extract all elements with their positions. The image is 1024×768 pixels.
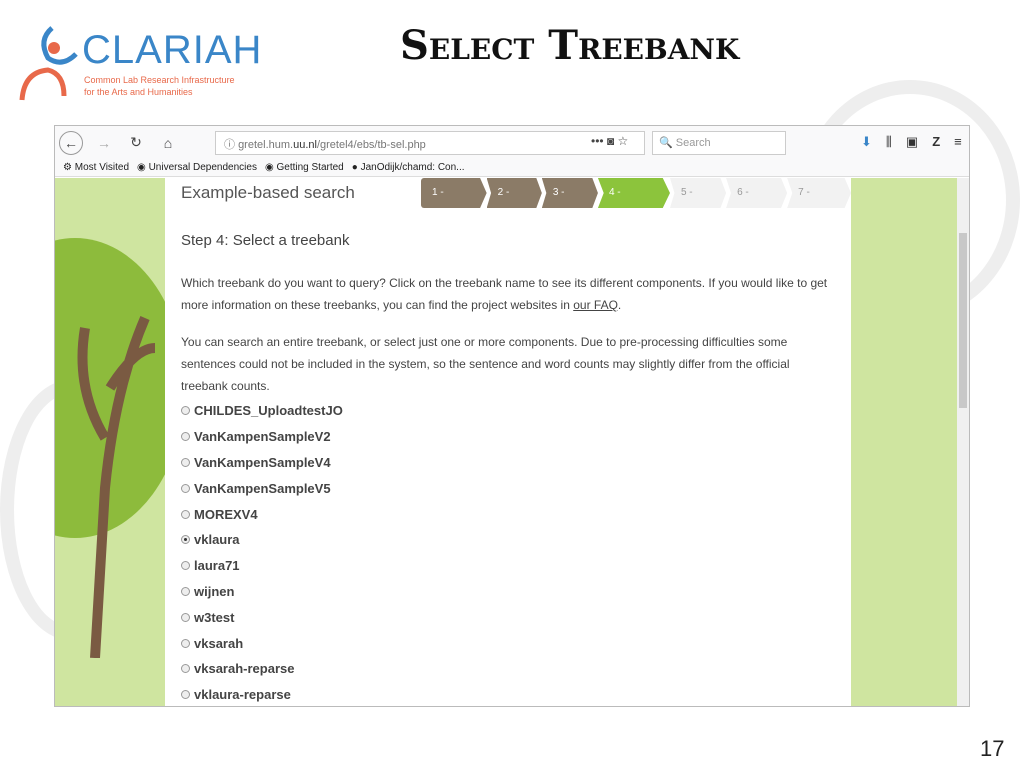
bookmark-label: Getting Started [276, 162, 344, 173]
logo-subtitle-line: Common Lab Research Infrastructure [84, 75, 235, 85]
logo-figure-icon [19, 26, 78, 101]
treebank-label[interactable]: w3test [194, 610, 234, 625]
more-icon[interactable]: ••• [591, 134, 604, 148]
step-1[interactable]: 1 - Example [421, 178, 487, 208]
treebank-radio[interactable] [181, 509, 190, 519]
treebank-radio[interactable] [181, 561, 190, 571]
bookmark-item[interactable]: ⚙ Most Visited [63, 162, 129, 173]
menu-icon[interactable]: ≡ [954, 134, 962, 150]
intro-text: Which treebank do you want to query? Cli… [181, 276, 828, 312]
bookmark-item[interactable]: ◉ Universal Dependencies [137, 162, 257, 173]
bookmark-item[interactable]: ◉ Getting Started [265, 162, 344, 173]
url-actions: ••• ◙ ☆ [591, 134, 628, 148]
treebank-label[interactable]: MOREXV4 [194, 507, 258, 522]
bookmark-item[interactable]: ● JanOdijk/chamd: Con... [352, 162, 465, 173]
logo-subtitle: Common Lab Research Infrastructure for th… [84, 74, 235, 98]
step-6[interactable]: 6 - Results [726, 178, 788, 208]
web-page: Example-based search 1 - Example 2 - Pars… [55, 178, 969, 706]
page-heading: Example-based search [181, 183, 355, 202]
scrollbar-thumb[interactable] [959, 233, 967, 408]
treebank-label[interactable]: CHILDES_UploadtestJO [194, 403, 343, 418]
tree-illustration [55, 238, 165, 658]
step-5[interactable]: 5 - Query [669, 178, 727, 208]
url-domain: uu.nl [293, 139, 317, 151]
treebank-option[interactable]: vklaura [181, 527, 343, 553]
treebank-label[interactable]: vklaura-reparse [194, 687, 291, 702]
treebank-radio[interactable] [181, 432, 190, 442]
treebank-radio[interactable] [181, 457, 190, 467]
info-paragraph: You can search an entire treebank, or se… [181, 335, 790, 393]
pocket-icon[interactable]: ◙ [607, 134, 614, 148]
main-content: Example-based search 1 - Example 2 - Pars… [165, 178, 851, 706]
treebank-option[interactable]: vksarah-reparse [181, 656, 343, 682]
step-3[interactable]: 3 - Matrix [541, 178, 598, 208]
search-placeholder: Search [675, 137, 711, 149]
treebank-option[interactable]: VanKampenSampleV4 [181, 450, 343, 476]
toolbar-right-icons: ⬇ ⫼ ▣ Z ≡ [861, 134, 962, 150]
browser-screenshot: ← → ↻ ⌂ ⓘ gretel.hum.uu.nl/gretel4/ebs/t… [54, 125, 970, 707]
treebank-option[interactable]: laura71 [181, 553, 343, 579]
treebank-label[interactable]: VanKampenSampleV4 [194, 455, 331, 470]
treebank-radio[interactable] [181, 612, 190, 622]
treebank-option[interactable]: VanKampenSampleV5 [181, 475, 343, 501]
logo-subtitle-line: for the Arts and Humanities [84, 87, 193, 97]
url-path: /gretel4/ebs/tb-sel.php [316, 139, 426, 151]
treebank-radio[interactable] [181, 406, 190, 416]
step-progress: 1 - Example 2 - Parse 3 - Matrix 4 - Treeba… [421, 178, 851, 208]
step-4[interactable]: 4 - Treebanks [597, 178, 670, 208]
treebank-radio[interactable] [181, 690, 190, 700]
treebank-option[interactable]: wijnen [181, 579, 343, 605]
bookmark-label: Universal Dependencies [148, 162, 257, 173]
step-title: Step 4: Select a treebank [181, 232, 350, 249]
intro-paragraph: Which treebank do you want to query? Cli… [181, 272, 831, 316]
bookmarks-bar: ⚙ Most Visited ◉ Universal Dependencies … [55, 159, 969, 177]
step-7[interactable]: 7 - Analysis [787, 178, 851, 208]
bookmark-label: Most Visited [74, 162, 130, 173]
back-icon[interactable]: ← [59, 130, 83, 155]
search-input[interactable]: 🔍 Search [652, 131, 786, 155]
treebank-option[interactable]: CHILDES_UploadtestJO [181, 398, 343, 424]
treebank-radio[interactable] [181, 483, 190, 493]
faq-link[interactable]: our FAQ [573, 298, 618, 312]
slide-title: Select Treebank [400, 22, 740, 69]
sidebar-icon[interactable]: ▣ [906, 134, 918, 150]
clariah-logo: CLARIAH Common Lab Research Infrastructu… [18, 24, 261, 104]
bookmark-star-icon[interactable]: ☆ [618, 134, 629, 148]
treebank-label[interactable]: vksarah [194, 636, 243, 651]
url-prefix: gretel.hum. [238, 139, 294, 151]
treebank-list: CHILDES_UploadtestJO VanKampenSampleV2 Van… [181, 398, 343, 706]
download-icon[interactable]: ⬇ [861, 134, 872, 150]
treebank-option[interactable]: vksarah [181, 630, 343, 656]
library-icon[interactable]: ⫼ [886, 134, 892, 150]
treebank-radio[interactable] [181, 586, 190, 596]
home-icon[interactable]: ⌂ [157, 135, 179, 151]
treebank-label[interactable]: vklaura [194, 532, 240, 547]
scrollbar[interactable] [957, 178, 969, 706]
url-bar[interactable]: ⓘ gretel.hum.uu.nl/gretel4/ebs/tb-sel.ph… [215, 131, 645, 155]
intro-text-end: . [617, 298, 622, 312]
zotero-icon[interactable]: Z [932, 134, 940, 150]
bookmark-label: JanOdijk/chamd: Con... [360, 162, 465, 173]
step-2[interactable]: 2 - Parse [486, 178, 542, 208]
treebank-label[interactable]: vksarah-reparse [194, 661, 294, 676]
page-number: 17 [980, 736, 1005, 761]
treebank-option[interactable]: vklaura-reparse [181, 682, 343, 706]
treebank-label[interactable]: VanKampenSampleV5 [194, 481, 331, 496]
treebank-label[interactable]: wijnen [194, 584, 234, 599]
treebank-radio[interactable] [181, 638, 190, 648]
treebank-option[interactable]: w3test [181, 604, 343, 630]
treebank-option[interactable]: VanKampenSampleV2 [181, 424, 343, 450]
treebank-label[interactable]: VanKampenSampleV2 [194, 429, 331, 444]
treebank-radio[interactable] [181, 535, 190, 545]
logo-text: CLARIAH [82, 28, 263, 72]
forward-icon[interactable]: → [93, 135, 115, 151]
treebank-option[interactable]: MOREXV4 [181, 501, 343, 527]
reload-icon[interactable]: ↻ [125, 134, 147, 151]
treebank-label[interactable]: laura71 [194, 558, 240, 573]
treebank-radio[interactable] [181, 664, 190, 674]
